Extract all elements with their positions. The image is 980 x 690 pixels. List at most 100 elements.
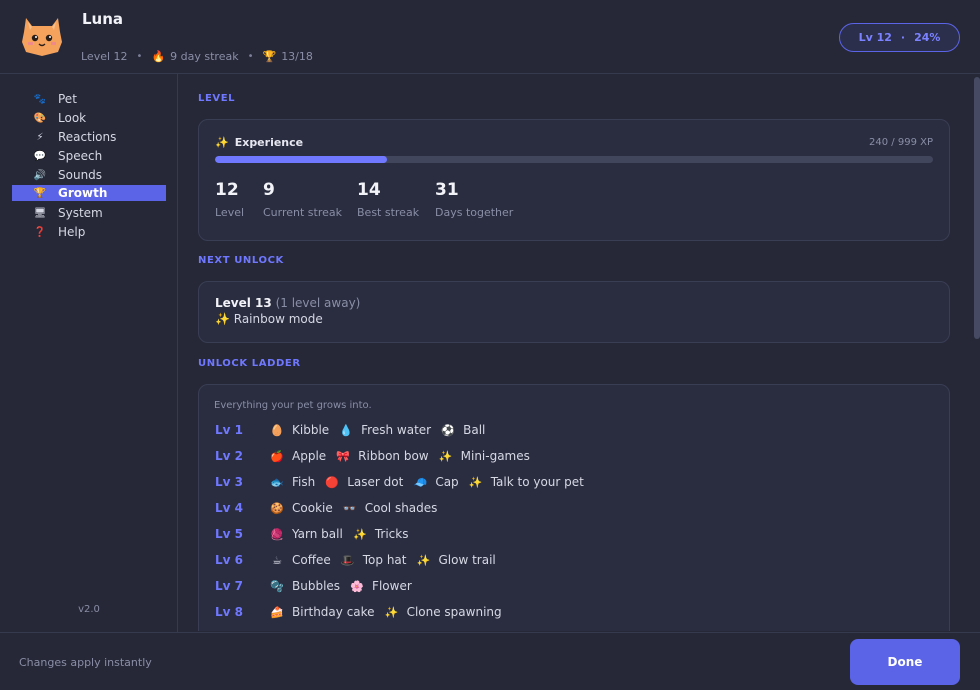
sidebar-item-label: Reactions [58,130,117,144]
experience-card: ✨ Experience 240 / 999 XP 12 Level 9 Curr… [198,119,950,241]
xp-header: ✨ Experience 240 / 999 XP [215,136,933,149]
reward-icon: 🍰 [270,605,284,619]
trophy-icon: 🏆 [262,50,277,63]
reward-icon: 🧶 [270,527,284,541]
ladder-reward: 🎀 Ribbon bow [336,449,428,463]
ladder-level: Lv 1 [215,423,243,437]
ladder-row: Lv 8 🍰 Birthday cake ✨ Clone spawning [215,604,512,620]
ladder-reward: ✨ Glow trail [417,553,496,567]
section-title-next-unlock: NEXT UNLOCK [198,255,284,266]
ladder-reward: ✨ Mini-games [439,449,530,463]
section-title-unlock-ladder: UNLOCK LADDER [198,358,301,369]
unlock-ladder-card: Everything your pet grows into. Lv 1 🥚 Kib… [198,384,950,631]
reward-label: Cool shades [364,501,438,515]
reward-label: Yarn ball [292,527,343,541]
trophy-count: 13/18 [281,50,313,63]
separator-dot: • [136,51,143,62]
ladder-reward: 🔴 Laser dot [325,475,403,489]
reward-icon: 🐟 [270,475,284,489]
reward-label: Coffee [292,553,331,567]
reward-label: Cookie [292,501,333,515]
pill-percent: 24% [914,31,941,44]
reward-label: Top hat [362,553,407,567]
sidebar-item-speech[interactable]: 💬 Speech [12,148,166,164]
ladder-reward: 🫧 Bubbles [270,579,340,593]
ladder-reward: 🍪 Cookie [270,501,333,515]
scrollbar-thumb[interactable] [974,77,980,339]
reward-label: Ribbon bow [358,449,429,463]
ladder-reward: ☕ Coffee [270,553,331,567]
pill-level: Lv 12 [858,31,892,44]
sidebar-item-label: System [58,206,103,220]
reward-icon: 🍎 [270,449,284,463]
ladder-reward: 🧶 Yarn ball [270,527,343,541]
reward-icon: 🍪 [270,501,284,515]
speech-bubble-icon: 💬 [33,150,47,162]
ladder-reward: 🍰 Birthday cake [270,605,374,619]
reward-label: Laser dot [347,475,404,489]
sidebar-item-label: Speech [58,149,103,163]
stat-current-streak: 9 Current streak [263,180,342,219]
reward-icon: 🎩 [340,553,355,567]
reward-label: Talk to your pet [490,475,584,489]
trophy-icon: 🏆 [33,187,47,199]
next-unlock-reward: ✨ Rainbow mode [215,312,323,326]
pet-avatar[interactable] [18,12,66,58]
sidebar-item-system[interactable]: 🖥 System [12,205,166,221]
footer-note: Changes apply instantly [19,656,152,669]
sidebar-item-pet[interactable]: 🐾 Pet [12,91,166,107]
sidebar-item-growth[interactable]: 🏆 Growth [12,185,166,201]
scrollbar[interactable] [974,75,980,631]
reward-icon: ✨ [384,605,399,619]
sidebar-item-help[interactable]: ❓ Help [12,224,166,240]
sidebar-item-look[interactable]: 🎨 Look [12,110,166,126]
sidebar-item-label: Growth [58,186,108,200]
stat-value: 31 [435,180,459,200]
stat-level: 12 Level [215,180,244,219]
ladder-reward: ✨ Tricks [353,527,409,541]
done-button[interactable]: Done [850,639,960,685]
reward-label: Flower [372,579,412,593]
main-panel[interactable]: LEVEL ✨ Experience 240 / 999 XP 12 Level … [179,75,980,631]
reward-icon: ✨ [416,553,431,567]
stat-best-streak: 14 Best streak [357,180,419,219]
pill-separator: · [900,31,906,44]
level-text: Level 12 [81,50,128,63]
ladder-row: Lv 2 🍎 Apple 🎀 Ribbon bow ✨ Mini-games [215,448,540,464]
reward-label: Kibble [292,423,330,437]
reward-label: Cap [435,475,459,489]
level-progress-pill[interactable]: Lv 12 · 24% [839,23,960,52]
stat-label: Level [215,206,245,219]
next-unlock-distance: (1 level away) [275,296,361,310]
stat-label: Current streak [263,206,343,219]
reward-label: Mini-games [460,449,530,463]
fire-icon: 🔥 [151,50,166,63]
sidebar-item-label: Look [58,111,87,125]
ladder-level: Lv 2 [215,449,243,463]
reward-icon: ☕ [272,553,282,567]
xp-progress-bar [215,156,933,163]
stat-value: 12 [215,180,239,200]
ladder-caption: Everything your pet grows into. [214,400,372,411]
reward-icon: 🫧 [270,579,284,593]
lightning-icon: ⚡ [36,131,44,143]
sidebar-item-sounds[interactable]: 🔊 Sounds [12,167,166,183]
ladder-reward: 🐟 Fish [270,475,315,489]
ladder-reward: 🧢 Cap [413,475,458,489]
reward-icon: 🧢 [413,475,428,489]
sidebar-item-reactions[interactable]: ⚡ Reactions [12,129,166,145]
reward-label: Fish [292,475,316,489]
xp-progress-fill [215,156,388,163]
xp-title: ✨ Experience [215,136,303,149]
sidebar-item-label: Help [58,225,86,239]
ladder-reward: ⚽ Ball [441,423,485,437]
ladder-row: Lv 4 🍪 Cookie 👓 Cool shades [215,500,447,516]
ladder-reward: ✨ Talk to your pet [469,475,584,489]
ladder-level: Lv 3 [215,475,243,489]
ladder-level: Lv 7 [215,579,243,593]
version-label: v2.0 [78,604,100,615]
ladder-level: Lv 8 [215,605,243,619]
reward-icon: 💧 [339,423,353,437]
ladder-reward: 🥚 Kibble [270,423,329,437]
stat-days-together: 31 Days together [435,180,513,219]
